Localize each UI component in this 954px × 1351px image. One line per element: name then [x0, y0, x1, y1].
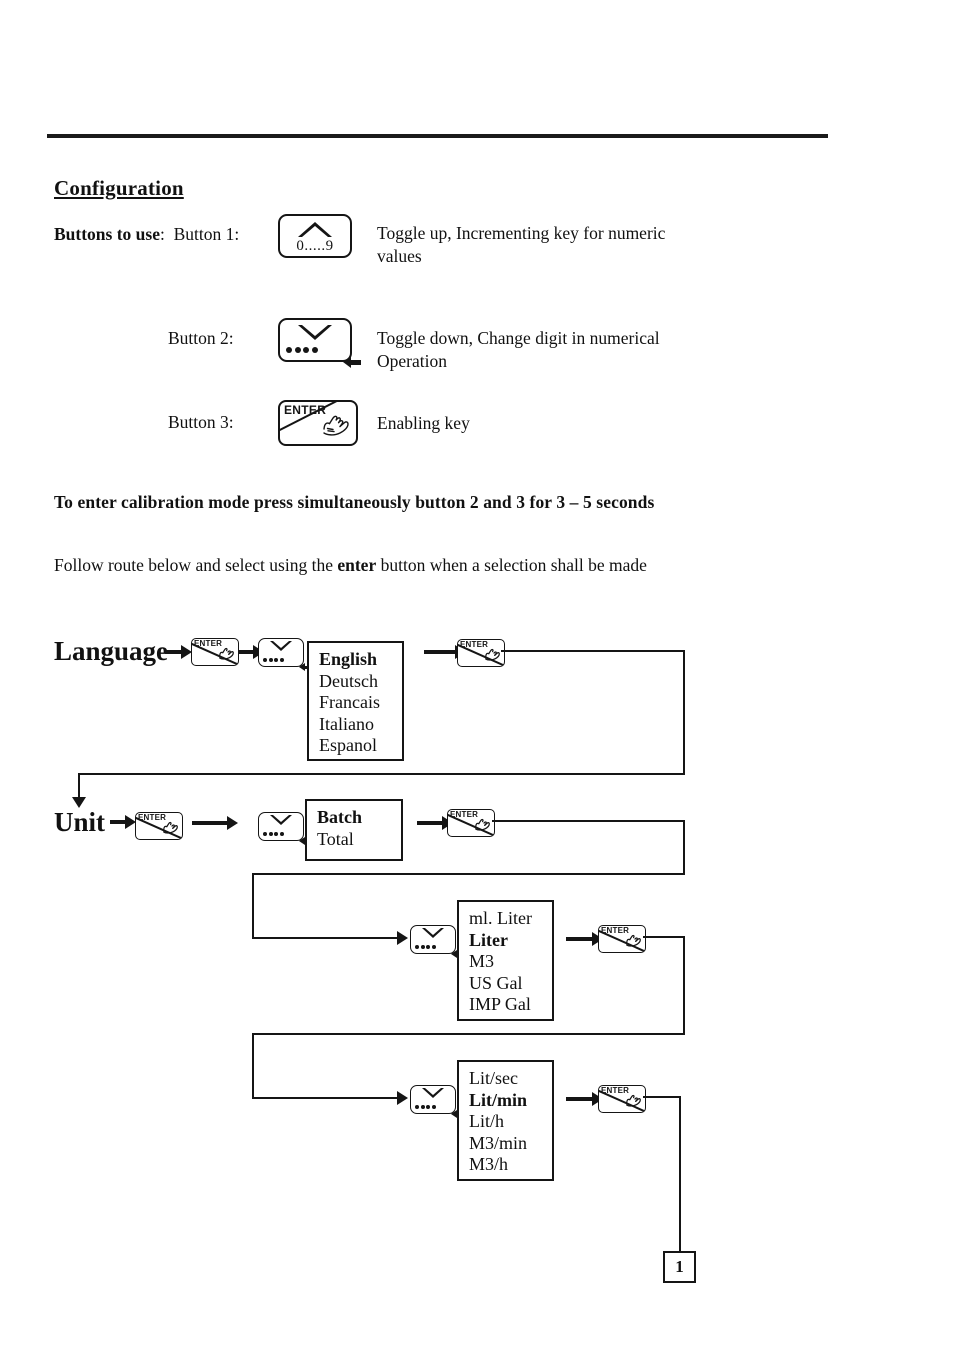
connector-2-arrowhead — [397, 931, 408, 945]
digit-dots-icon — [263, 658, 284, 662]
enter-key-icon: ENTER — [278, 400, 358, 446]
volume-unit-options-box[interactable]: ml. Liter Liter M3 US Gal IMP Gal — [457, 900, 554, 1021]
connector-2-segment-down2 — [252, 873, 254, 939]
option-item[interactable]: English — [319, 649, 392, 671]
connector-2-segment-left — [252, 873, 685, 875]
arrow-language-to-enter — [165, 645, 192, 659]
toggle-down-key-icon-volume — [410, 925, 456, 954]
triangle-down-inner — [273, 641, 289, 648]
toggle-down-key-icon-rate — [410, 1085, 456, 1114]
connector-3-segment-down — [683, 936, 685, 1035]
button-1-label: Button 1: — [173, 224, 240, 244]
option-item[interactable]: Francais — [319, 692, 392, 714]
triangle-down-inner — [273, 815, 289, 822]
connector-2-segment-right — [492, 820, 685, 822]
buttons-to-use-label: Buttons to use: Button 1: — [54, 224, 239, 245]
connector-1-segment-left — [78, 773, 685, 775]
option-item[interactable]: Lit/sec — [469, 1068, 542, 1090]
button-2-description: Toggle down, Change digit in numerical O… — [377, 328, 660, 371]
follow-route-emphasis: enter — [337, 555, 377, 575]
enter-key-icon-language: ENTER — [191, 638, 239, 666]
enter-key-icon-rate-confirm: ENTER — [598, 1085, 646, 1113]
connector-1-segment-right — [501, 650, 685, 652]
connector-2-segment-right2 — [252, 937, 399, 939]
connector-1-segment-down — [683, 650, 685, 775]
digit-dots-icon — [263, 832, 284, 836]
hand-pointer-icon — [162, 821, 179, 839]
option-item[interactable]: M3/h — [469, 1154, 542, 1176]
page-title: Configuration — [54, 176, 184, 200]
option-item[interactable]: Deutsch — [319, 671, 392, 693]
calibration-instruction: To enter calibration mode press simultan… — [54, 492, 655, 512]
page-number-box: 1 — [663, 1251, 696, 1283]
enter-key-icon-unit: ENTER — [135, 812, 183, 840]
digit-dots-icon — [415, 1105, 436, 1109]
flow-rate-unit-options-box[interactable]: Lit/sec Lit/min Lit/h M3/min M3/h — [457, 1060, 554, 1181]
flow-step-unit-label: Unit — [54, 807, 106, 837]
connector-4-segment-right — [643, 1096, 681, 1098]
connector-3-segment-right2 — [252, 1097, 399, 1099]
follow-route-prefix: Follow route below and select using the — [54, 555, 338, 575]
flow-step-language-label: Language — [54, 636, 169, 666]
button-1-description: Toggle up, Incrementing key for numeric … — [377, 223, 666, 266]
hand-pointer-icon — [474, 818, 491, 836]
follow-route-instruction: Follow route below and select using the … — [54, 555, 647, 576]
option-item[interactable]: Espanol — [319, 735, 392, 757]
buttons-to-use-strong: Buttons to use — [54, 224, 160, 244]
language-options-box[interactable]: English Deutsch Francais Italiano Espano… — [307, 641, 404, 761]
connector-1-segment-down2 — [78, 773, 80, 799]
triangle-down-inner — [425, 1088, 441, 1095]
enter-key-icon-language-confirm: ENTER — [457, 639, 505, 667]
option-item[interactable]: M3 — [469, 951, 542, 973]
toggle-up-key-icon: 0.....9 — [278, 214, 352, 258]
arrow-unit-to-enter — [110, 815, 136, 829]
toggle-down-key-icon-language — [258, 638, 304, 667]
enter-key-icon-unit-confirm: ENTER — [447, 809, 495, 837]
toggle-down-key-icon — [278, 318, 352, 362]
option-item[interactable]: ml. Liter — [469, 908, 542, 930]
unit-options-box[interactable]: Batch Total — [305, 799, 403, 861]
hand-pointer-icon — [625, 934, 642, 952]
option-item[interactable]: Total — [317, 829, 391, 851]
connector-2-segment-down — [683, 820, 685, 875]
digit-dots-icon — [286, 347, 318, 353]
hand-pointer-icon — [218, 647, 235, 665]
button-3-label: Button 3: — [168, 412, 234, 432]
hand-pointer-icon — [625, 1094, 642, 1112]
option-item[interactable]: US Gal — [469, 973, 542, 995]
option-item[interactable]: Liter — [469, 930, 542, 952]
connector-3-segment-left — [252, 1033, 685, 1035]
key-range-caption: 0.....9 — [296, 238, 334, 254]
button-2-label: Button 2: — [168, 328, 234, 348]
option-item[interactable]: Batch — [317, 807, 391, 829]
option-item[interactable]: Lit/h — [469, 1111, 542, 1133]
hand-pointer-icon — [484, 648, 501, 666]
option-item[interactable]: IMP Gal — [469, 994, 542, 1016]
connector-3-arrowhead — [397, 1091, 408, 1105]
connector-3-segment-down2 — [252, 1033, 254, 1099]
option-item[interactable]: M3/min — [469, 1133, 542, 1155]
triangle-down-inner — [425, 928, 441, 935]
follow-route-suffix: button when a selection shall be made — [376, 555, 647, 575]
document-page: Configuration Buttons to use: Button 1: … — [0, 0, 954, 1351]
arrow-enter-to-toggle-unit — [192, 816, 238, 830]
option-item[interactable]: Italiano — [319, 714, 392, 736]
buttons-to-use-colon: : — [160, 224, 165, 244]
button-3-description: Enabling key — [377, 413, 470, 433]
enter-key-icon-volume-confirm: ENTER — [598, 925, 646, 953]
triangle-down-inner — [302, 325, 328, 336]
hand-pointer-icon — [321, 414, 351, 443]
triangle-up-inner — [302, 225, 328, 237]
connector-3-segment-right — [643, 936, 685, 938]
toggle-down-key-icon-unit — [258, 812, 304, 841]
header-rule — [47, 134, 828, 138]
option-item[interactable]: Lit/min — [469, 1090, 542, 1112]
connector-4-segment-down — [679, 1096, 681, 1252]
digit-dots-icon — [415, 945, 436, 949]
